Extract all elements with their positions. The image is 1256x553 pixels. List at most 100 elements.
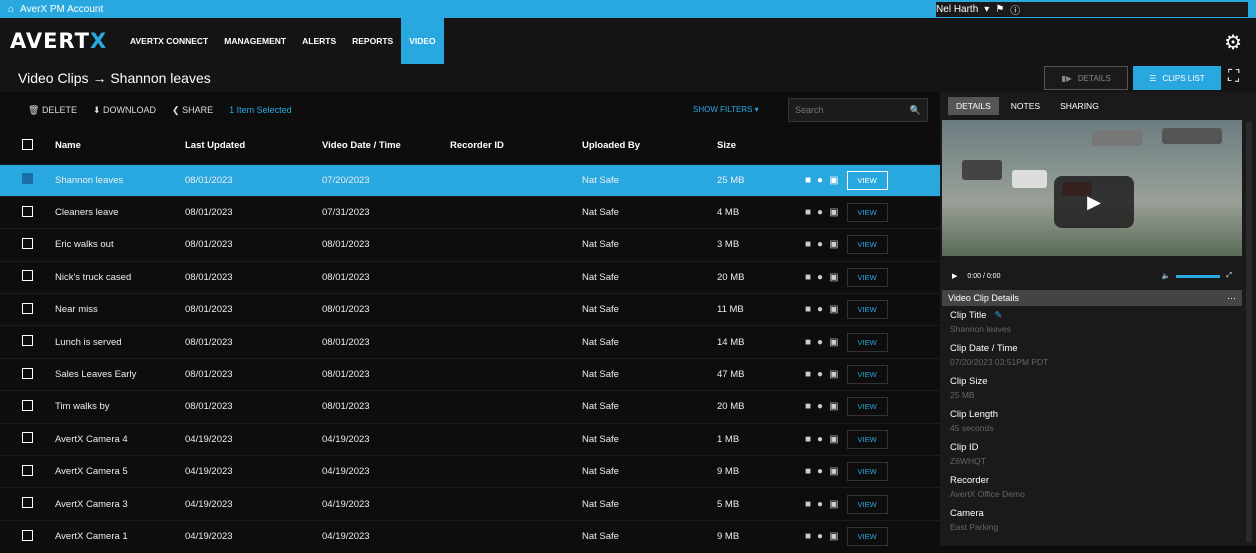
panel-scrollbar[interactable] — [1246, 122, 1252, 542]
user-menu[interactable]: Nel Harth — [936, 4, 978, 15]
clip-name[interactable]: AvertX Camera 4 — [45, 423, 185, 455]
camera-icon[interactable]: ▣ — [829, 401, 838, 412]
camera-icon[interactable]: ▣ — [829, 337, 838, 348]
notes-icon[interactable]: ■ — [805, 434, 811, 445]
view-button[interactable]: VIEW — [846, 267, 888, 287]
row-checkbox[interactable] — [22, 367, 33, 379]
row-checkbox[interactable] — [22, 464, 33, 476]
col-uploaded-by[interactable]: Uploaded By — [582, 128, 717, 164]
more-icon[interactable]: ⋯ — [1227, 293, 1236, 304]
person-icon[interactable]: ● — [817, 401, 823, 412]
tab-details[interactable]: DETAILS — [948, 97, 999, 115]
clip-name[interactable]: Shannon leaves — [45, 164, 185, 197]
clip-name[interactable]: Cleaners leave — [45, 196, 185, 228]
clip-name[interactable]: Nick's truck cased — [45, 261, 185, 293]
camera-icon[interactable]: ▣ — [829, 207, 838, 218]
camera-icon[interactable]: ▣ — [829, 369, 838, 380]
nav-management[interactable]: MANAGEMENT — [216, 18, 294, 64]
gear-icon[interactable]: ⚙ — [1224, 30, 1242, 55]
notes-icon[interactable]: ■ — [805, 337, 811, 348]
clip-name[interactable]: Near miss — [45, 294, 185, 326]
nav-video[interactable]: VIDEO — [401, 18, 444, 64]
view-button[interactable]: VIEW — [846, 494, 888, 514]
table-row[interactable]: AvertX Camera 1 04/19/2023 04/19/2023 Nat S… — [0, 520, 940, 552]
clip-name[interactable]: AvertX Camera 5 — [45, 456, 185, 488]
notes-icon[interactable]: ■ — [805, 239, 811, 250]
col-recorder-id[interactable]: Recorder ID — [450, 128, 582, 164]
tab-sharing[interactable]: SHARING — [1052, 97, 1107, 115]
view-button[interactable]: VIEW — [846, 235, 888, 255]
table-row[interactable]: Eric walks out 08/01/2023 08/01/2023 Nat Sa… — [0, 228, 940, 261]
fullscreen-icon[interactable]: ⛶ — [1228, 68, 1239, 86]
row-checkbox[interactable] — [22, 173, 33, 185]
table-row[interactable]: Sales Leaves Early 08/01/2023 08/01/2023 Na… — [0, 358, 940, 390]
person-icon[interactable]: ● — [817, 304, 823, 315]
tab-notes[interactable]: NOTES — [1003, 97, 1048, 115]
clip-name[interactable]: Eric walks out — [45, 229, 185, 261]
volume-icon[interactable]: 🔈 — [1162, 272, 1171, 280]
view-button[interactable]: VIEW — [846, 527, 888, 547]
volume-slider[interactable] — [1176, 274, 1221, 278]
table-row[interactable]: AvertX Camera 3 04/19/2023 04/19/2023 Nat S… — [0, 487, 940, 520]
table-row[interactable]: AvertX Camera 5 04/19/2023 04/19/2023 Nat S… — [0, 455, 940, 488]
table-row[interactable]: AvertX Camera 4 04/19/2023 04/19/2023 Nat S… — [0, 423, 940, 455]
camera-icon[interactable]: ▣ — [829, 239, 838, 250]
col-video-date[interactable]: Video Date / Time — [322, 128, 450, 164]
person-icon[interactable]: ● — [817, 239, 823, 250]
person-icon[interactable]: ● — [817, 434, 823, 445]
row-checkbox[interactable] — [22, 237, 33, 249]
select-all-checkbox[interactable] — [22, 138, 33, 150]
row-checkbox[interactable] — [22, 270, 33, 282]
expand-icon[interactable]: ⤢ — [1226, 272, 1232, 280]
table-row[interactable]: Tim walks by 08/01/2023 08/01/2023 Nat Safe… — [0, 390, 940, 423]
view-button[interactable]: VIEW — [846, 332, 888, 352]
account-name[interactable]: AverX PM Account — [20, 4, 103, 15]
person-icon[interactable]: ● — [817, 531, 823, 542]
row-checkbox[interactable] — [22, 399, 33, 411]
notes-icon[interactable]: ■ — [805, 466, 811, 477]
view-button[interactable]: VIEW — [846, 203, 888, 223]
view-button[interactable]: VIEW — [846, 300, 888, 320]
chevron-down-icon[interactable]: ▾ — [984, 4, 989, 15]
person-icon[interactable]: ● — [817, 175, 823, 186]
person-icon[interactable]: ● — [817, 466, 823, 477]
nav-alerts[interactable]: ALERTS — [294, 18, 344, 64]
notes-icon[interactable]: ■ — [805, 531, 811, 542]
download-button[interactable]: ⬇ DOWNLOAD — [93, 105, 156, 116]
camera-icon[interactable]: ▣ — [829, 175, 838, 186]
row-checkbox[interactable] — [22, 302, 33, 314]
person-icon[interactable]: ● — [817, 337, 823, 348]
notes-icon[interactable]: ■ — [805, 207, 811, 218]
col-name[interactable]: Name — [45, 128, 185, 164]
search-input[interactable] — [795, 105, 905, 115]
flag-icon[interactable]: ⚑ — [995, 4, 1004, 15]
notes-icon[interactable]: ■ — [805, 175, 811, 186]
view-button[interactable]: VIEW — [846, 429, 888, 449]
clip-name[interactable]: AvertX Camera 3 — [45, 488, 185, 520]
nav-avertx-connect[interactable]: AVERTX CONNECT — [122, 18, 216, 64]
details-button[interactable]: ▮▶ DETAILS — [1044, 66, 1128, 90]
view-button[interactable]: VIEW — [846, 397, 888, 417]
search-icon[interactable]: 🔍 — [910, 105, 921, 116]
notes-icon[interactable]: ■ — [805, 272, 811, 283]
clip-name[interactable]: Lunch is served — [45, 326, 185, 358]
play-icon[interactable]: ▶ — [1054, 176, 1134, 228]
pencil-icon[interactable]: ✎ — [994, 310, 1002, 321]
table-row[interactable]: Shannon leaves 08/01/2023 07/20/2023 Nat Sa… — [0, 164, 940, 197]
view-button[interactable]: VIEW — [846, 365, 888, 385]
search-field[interactable]: 🔍 — [788, 98, 928, 122]
notes-icon[interactable]: ■ — [805, 401, 811, 412]
show-filters-button[interactable]: SHOW FILTERS ▾ — [693, 105, 759, 114]
row-checkbox[interactable] — [22, 497, 33, 509]
person-icon[interactable]: ● — [817, 499, 823, 510]
home-icon[interactable]: ⌂ — [8, 4, 14, 15]
camera-icon[interactable]: ▣ — [829, 434, 838, 445]
play-control-icon[interactable]: ▶ — [952, 272, 957, 280]
clips-list-button[interactable]: ☰ CLIPS LIST — [1133, 66, 1221, 90]
row-checkbox[interactable] — [22, 432, 33, 444]
clip-name[interactable]: AvertX Camera 1 — [45, 520, 185, 552]
view-button[interactable]: VIEW — [846, 170, 888, 190]
video-player[interactable]: ▶ — [942, 120, 1242, 256]
row-checkbox[interactable] — [22, 335, 33, 347]
notes-icon[interactable]: ■ — [805, 369, 811, 380]
